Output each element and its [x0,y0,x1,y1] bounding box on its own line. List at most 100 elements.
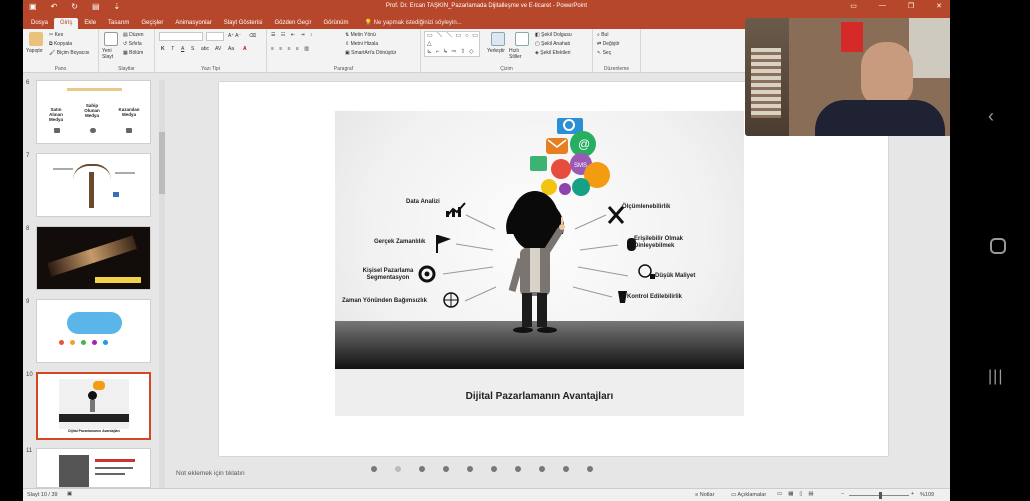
thumbnail-scrollbar[interactable] [159,80,165,488]
thumb-icon [126,128,132,133]
tab-view[interactable]: Görünüm [317,18,354,29]
shadow-button[interactable]: S [191,46,194,52]
recents-icon[interactable]: ||| [988,368,1003,386]
slide-thumbnail-11[interactable] [36,448,151,488]
thumb-dot [103,340,108,345]
paste-button[interactable]: Yapıştır [26,48,43,54]
font-color-button[interactable]: A [243,46,247,52]
minimize-icon[interactable]: — [879,2,886,10]
change-case-button[interactable]: Aa [228,46,234,52]
thumb-dot [70,340,75,345]
shape-effects-button[interactable]: ◈ Şekil Efektleri [535,50,571,56]
layout-button[interactable]: ▤ Düzen [123,32,144,38]
restore-icon[interactable]: ❐ [908,2,914,10]
tab-slideshow[interactable]: Slayt Gösterisi [218,18,269,29]
new-slide-icon[interactable] [104,32,118,46]
slide-thumbnail-10[interactable]: Dijital Pazarlamanın Avantajları [36,372,151,440]
progress-dot [467,466,473,472]
tab-home[interactable]: Giriş [54,18,79,29]
thumb-line [95,467,133,469]
comments-label: Açıklamalar [737,492,767,498]
tab-animations[interactable]: Animasyonlar [169,18,217,29]
list-buttons[interactable]: ☰ ☷ ⇤ ⇥ ↕ [271,32,314,38]
close-icon[interactable]: ✕ [936,2,942,10]
slide-canvas[interactable]: Dijital Pazarlamanın Avantajları @ SMS D… [219,82,888,456]
grow-font-icon[interactable]: A⁺ A⁻ [228,33,241,39]
spellcheck-icon[interactable]: ▣ [67,491,72,497]
copy-button[interactable]: ⧉ Kopyala [49,41,72,47]
quick-styles-icon[interactable] [515,32,529,46]
arrange-button[interactable]: Yerleştir [487,48,505,54]
strikethrough-button[interactable]: abc [201,46,209,52]
tab-file[interactable]: Dosya [25,18,54,29]
benefit-label: Düşük Maliyet [655,273,696,279]
italic-button[interactable]: T [171,46,174,52]
layout-label: Düzen [129,32,144,38]
char-spacing-button[interactable]: AV [215,46,221,52]
format-painter-button[interactable]: 🖌 Biçim Boyacısı [49,50,90,56]
thumb-cloud [67,312,122,334]
replace-button[interactable]: ⇄ Değiştir [597,41,620,47]
align-buttons[interactable]: ≡ ≡ ≡ ≡ ▥ [271,46,311,52]
new-slide-button[interactable]: Yeni Slayt [102,48,122,60]
scrollbar-thumb[interactable] [159,132,165,194]
shape-outline-button[interactable]: ▢ Şekil Anahatı [535,41,570,47]
notes-label: Notlar [699,492,715,498]
group-slides: Yeni Slayt ▤ Düzen ↺ Sıfırla ▦ Bölüm Sla… [99,29,155,73]
thumb-dot [92,340,97,345]
zoom-in-icon[interactable]: + [911,491,914,497]
find-button[interactable]: ⌕ Bul [597,32,608,38]
tab-review[interactable]: Gözden Geçir [268,18,317,29]
slide-title[interactable]: Dijital Pazarlamanın Avantajları [335,391,744,402]
group-editing: ⌕ Bul ⇄ Değiştir ↖ Seç Düzenleme [593,29,641,73]
cut-button[interactable]: ✂ Kes [49,32,63,38]
slide-thumbnail-7[interactable] [36,153,151,217]
font-size-field[interactable] [206,32,224,41]
tab-design[interactable]: Tasarım [102,18,135,29]
section-button[interactable]: ▦ Bölüm [123,50,143,56]
home-icon[interactable] [990,238,1006,254]
reset-label: Sıfırla [128,41,142,47]
copy-label: Kopyala [53,41,73,47]
tab-transitions[interactable]: Geçişler [135,18,169,29]
benefit-label: Kişisel Pazarlama Segmentasyon [362,268,414,281]
tell-me-box[interactable]: 💡 Ne yapmak istediğinizi söyleyin... [358,17,467,29]
align-text-button[interactable]: ⇳ Metni Hizala [345,41,378,47]
slide-counter: Slayt 10 / 39 [27,492,58,498]
slide-thumbnail-8[interactable] [36,226,151,290]
bold-button[interactable]: K [161,46,165,52]
thumb-photo [59,455,89,487]
android-nav-bar: ‹ ||| [950,0,1030,501]
text-direction-button[interactable]: ⇅ Metin Yönü [345,32,376,38]
slide-content[interactable]: Dijital Pazarlamanın Avantajları @ SMS D… [335,111,744,416]
zoom-slider-thumb[interactable] [879,492,882,499]
back-icon[interactable]: ‹ [988,106,994,127]
slide-thumbnail-9[interactable] [36,299,151,363]
tab-insert[interactable]: Ekle [78,18,102,29]
ribbon-options-icon[interactable]: ▭ [850,2,857,10]
slide-thumbnail-6[interactable]: Satın Alınan Medya Sahip Olunan Medya Ka… [36,80,151,144]
thumb-number: 10 [26,372,33,378]
smartart-button[interactable]: ▣ SmartArt'a Dönüştür [345,50,396,56]
reset-button[interactable]: ↺ Sıfırla [123,41,142,47]
window-title: Prof. Dr. Ercan TAŞKIN_Pazarlamada Dijit… [385,3,588,9]
view-buttons[interactable]: ▭▦▯▤ [777,491,820,497]
notes-button[interactable]: ≡ Notlar [695,492,714,498]
shapes-gallery[interactable]: ▭ ＼ ＼ ▭ ○ ▭ △⊾ ⌐ ↳ ⇨ ⇧ ◇ ○☆ ⌒ { } ✦ ⌒ ☆ [424,31,480,57]
quick-styles-button[interactable]: Hızlı Stiller [509,48,531,60]
select-button[interactable]: ↖ Seç [597,50,611,56]
thumb-heading: Satın Alınan Medya [48,107,63,122]
zoom-level[interactable]: %109 [920,492,934,498]
zoom-out-icon[interactable]: − [841,491,844,497]
shape-fill-button[interactable]: ◧ Şekil Dolgusu [535,32,572,38]
underline-button[interactable]: A [181,46,184,52]
font-name-field[interactable] [159,32,203,41]
window-controls: ▭ — ❐ ✕ [850,2,942,10]
clear-format-icon[interactable]: ⌫ [249,33,256,39]
paste-icon[interactable] [29,32,43,46]
powerpoint-window: ▣ ↶ ↻ ▤ ⇣ Prof. Dr. Ercan TAŞKIN_Pazarla… [23,0,950,501]
arrange-icon[interactable] [491,32,505,46]
thumb-figure-body [90,400,95,412]
thumb-icon [54,128,60,133]
comments-button[interactable]: ▭ Açıklamalar [731,492,766,498]
